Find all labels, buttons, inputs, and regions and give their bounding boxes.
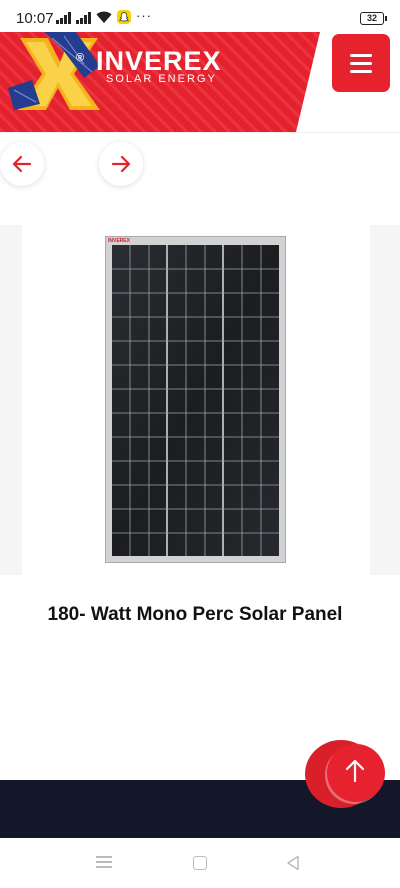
brand-tagline: SOLAR ENERGY (106, 73, 217, 85)
arrow-right-icon (111, 155, 131, 173)
system-nav-bar (0, 838, 400, 888)
arrow-left-icon (12, 155, 32, 173)
snapchat-icon (117, 10, 131, 24)
signal-icon (76, 12, 94, 24)
inverex-logo-icon (8, 32, 100, 110)
wifi-icon (96, 10, 112, 24)
product-title: 180- Watt Mono Perc Solar Panel (47, 604, 343, 625)
solar-panel-image: INVEREX (105, 236, 286, 563)
battery-indicator: 32 (360, 12, 387, 25)
site-header: ® INVEREX SOLAR ENERGY (0, 32, 400, 133)
recents-icon[interactable] (96, 856, 112, 869)
menu-button[interactable] (332, 34, 390, 92)
more-dots-icon: ··· (136, 8, 152, 23)
status-bar: 10:07 ··· 32 (0, 0, 400, 32)
home-icon[interactable] (193, 856, 207, 870)
scroll-to-top-button[interactable] (305, 740, 385, 808)
signal-icon (56, 12, 74, 24)
panel-brand-label: INVEREX (108, 238, 130, 244)
back-icon[interactable] (286, 855, 300, 871)
screen: 10:07 ··· 32 ® INVEREX SOLAR ENERGY INVE… (0, 0, 400, 888)
registered-mark: ® (76, 52, 85, 64)
carousel-next-button[interactable] (99, 142, 143, 186)
brand-banner[interactable]: ® INVEREX SOLAR ENERGY (0, 32, 320, 132)
arrow-up-icon (345, 759, 365, 783)
solar-panel-cells (112, 245, 279, 556)
header-divider (0, 132, 400, 133)
carousel-prev-button[interactable] (0, 142, 44, 186)
status-time: 10:07 (16, 10, 54, 27)
